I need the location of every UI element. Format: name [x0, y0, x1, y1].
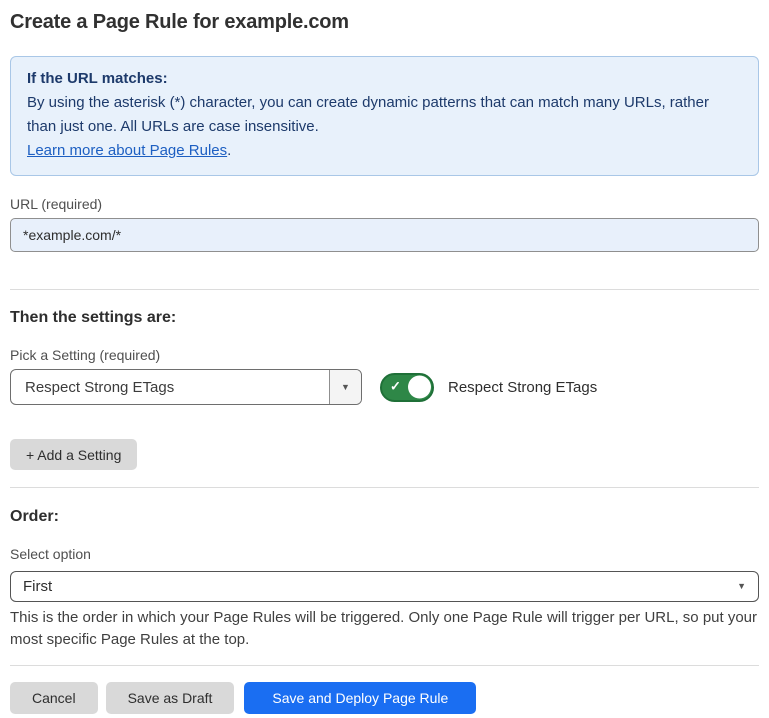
add-setting-button[interactable]: + Add a Setting — [10, 439, 137, 470]
order-select-label: Select option — [10, 546, 759, 562]
info-box-heading: If the URL matches: — [27, 67, 742, 91]
info-box-body: By using the asterisk (*) character, you… — [27, 91, 742, 139]
section-divider — [10, 487, 759, 488]
order-section-heading: Order: — [10, 508, 759, 526]
cancel-button[interactable]: Cancel — [10, 682, 98, 714]
learn-more-link[interactable]: Learn more about Page Rules — [27, 142, 227, 159]
setting-row: Respect Strong ETags ▼ ✓ Respect Strong … — [10, 369, 759, 405]
etags-toggle[interactable]: ✓ — [380, 373, 434, 402]
order-help-text: This is the order in which your Page Rul… — [10, 607, 759, 651]
save-and-deploy-button[interactable]: Save and Deploy Page Rule — [244, 682, 476, 714]
section-divider — [10, 289, 759, 290]
save-as-draft-button[interactable]: Save as Draft — [106, 682, 235, 714]
etags-toggle-group: ✓ Respect Strong ETags — [380, 373, 597, 402]
setting-select[interactable]: Respect Strong ETags ▼ — [10, 369, 362, 405]
order-select[interactable]: First ▼ — [10, 571, 759, 602]
setting-select-value: Respect Strong ETags — [11, 370, 329, 404]
toggle-knob — [408, 376, 431, 399]
chevron-down-icon: ▼ — [737, 582, 746, 591]
footer-divider — [10, 665, 759, 666]
order-select-value: First — [23, 578, 52, 595]
create-page-rule-form: Create a Page Rule for example.com If th… — [0, 0, 769, 714]
check-icon: ✓ — [390, 379, 401, 395]
chevron-down-icon: ▼ — [341, 383, 350, 392]
url-input[interactable] — [10, 218, 759, 252]
footer-button-row: Cancel Save as Draft Save and Deploy Pag… — [10, 682, 759, 714]
page-title: Create a Page Rule for example.com — [10, 11, 759, 34]
setting-select-arrow-button[interactable]: ▼ — [329, 370, 361, 404]
info-box-link-line: Learn more about Page Rules. — [27, 139, 742, 163]
url-match-info-box: If the URL matches: By using the asteris… — [10, 56, 759, 176]
settings-section-heading: Then the settings are: — [10, 309, 759, 327]
url-field-label: URL (required) — [10, 196, 759, 212]
link-suffix: . — [227, 142, 231, 159]
pick-setting-label: Pick a Setting (required) — [10, 347, 759, 363]
etags-toggle-label: Respect Strong ETags — [448, 379, 597, 396]
